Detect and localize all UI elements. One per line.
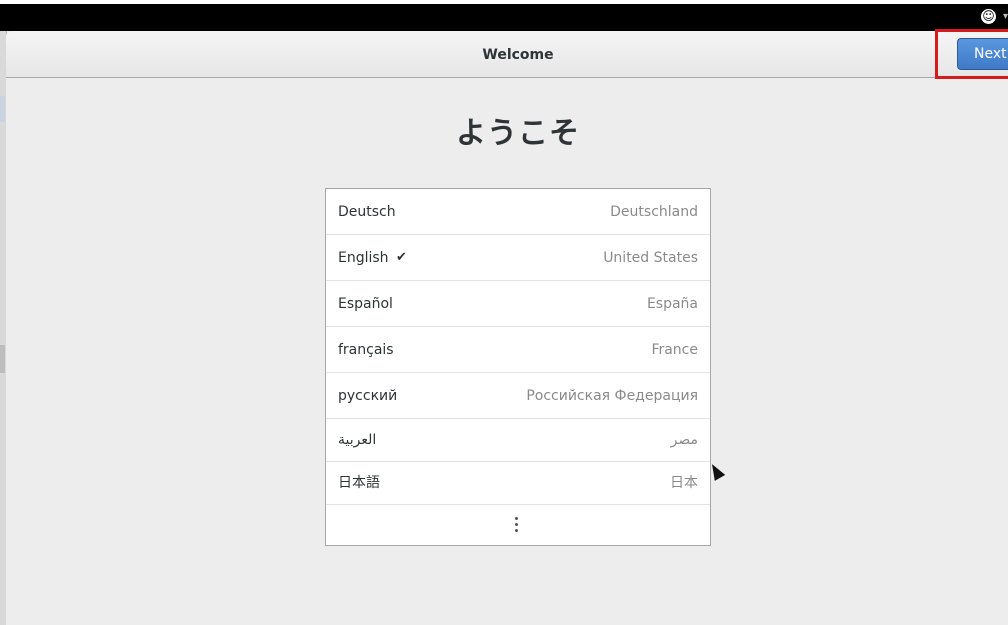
- language-row-deutsch[interactable]: Deutsch Deutschland: [326, 189, 710, 235]
- check-icon: ✔: [396, 250, 407, 265]
- language-row-russian[interactable]: русский Российская Федерация: [326, 373, 710, 419]
- language-region: Российская Федерация: [526, 388, 698, 404]
- language-region: United States: [603, 250, 698, 266]
- language-region: Deutschland: [610, 204, 698, 220]
- window-title: Welcome: [482, 47, 554, 63]
- language-row-japanese[interactable]: 日本語 日本: [326, 462, 710, 505]
- desktop-item: [0, 345, 5, 373]
- language-name: English: [338, 250, 389, 266]
- language-name: français: [338, 342, 394, 358]
- language-region: España: [646, 296, 698, 312]
- language-region: France: [651, 342, 698, 358]
- language-name: Español: [338, 296, 393, 312]
- top-bar: ☺ ▾: [0, 0, 1008, 31]
- language-region: 日本: [670, 475, 698, 491]
- welcome-window: Welcome Next ようこそ Deutsch Deutschland En…: [6, 29, 1008, 625]
- language-row-arabic[interactable]: العربية مصر: [326, 419, 710, 462]
- language-name: العربية: [338, 432, 377, 448]
- next-button[interactable]: Next: [957, 38, 1008, 70]
- more-vertical-icon: [515, 517, 519, 535]
- top-bar-strip: [0, 0, 1008, 4]
- chevron-down-icon[interactable]: ▾: [1003, 11, 1008, 22]
- language-row-espanol[interactable]: Español España: [326, 281, 710, 327]
- language-row-francais[interactable]: français France: [326, 327, 710, 373]
- language-region: مصر: [670, 432, 698, 448]
- accessibility-icon[interactable]: ☺: [981, 9, 996, 24]
- header-bar: Welcome Next: [6, 29, 1008, 79]
- language-list: Deutsch Deutschland English ✔ United Sta…: [325, 188, 711, 546]
- more-languages-button[interactable]: [326, 505, 710, 545]
- language-name: 日本語: [338, 475, 380, 491]
- language-name: русский: [338, 388, 398, 404]
- language-row-english[interactable]: English ✔ United States: [326, 235, 710, 281]
- desktop-item: [0, 96, 5, 122]
- language-name: Deutsch: [338, 204, 396, 220]
- page-title: ようこそ: [456, 116, 580, 151]
